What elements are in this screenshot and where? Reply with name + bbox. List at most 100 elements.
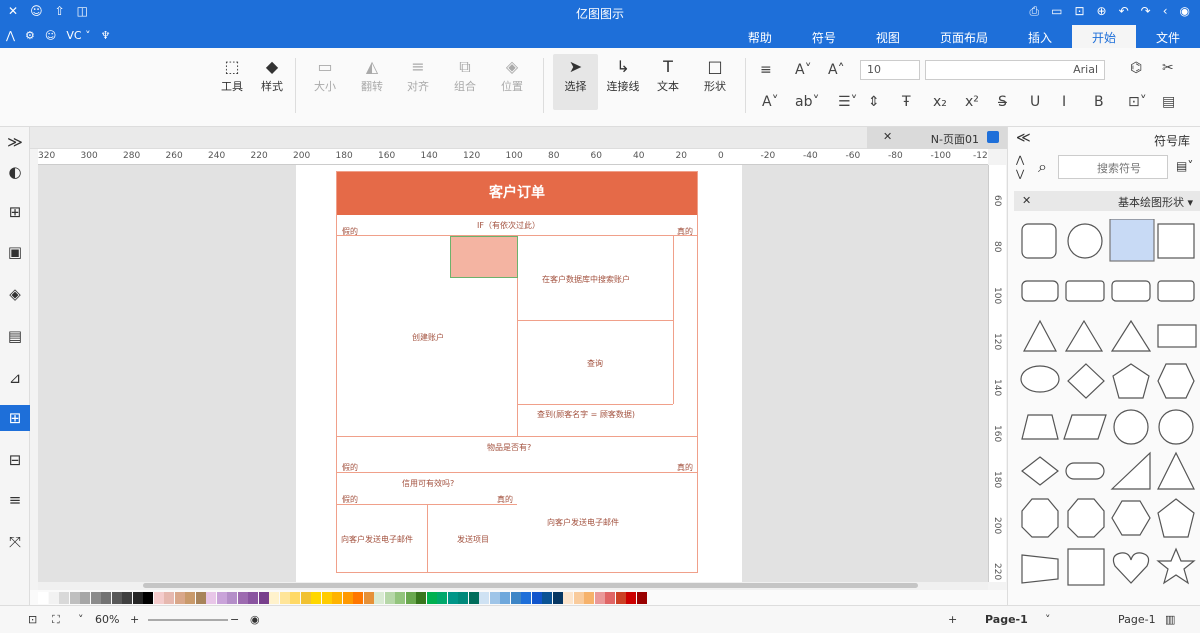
symbol-search-input[interactable] <box>1058 155 1168 179</box>
shape-diamond[interactable] <box>1067 363 1105 399</box>
style-button[interactable]: ◆ 样式 <box>252 56 292 94</box>
color-swatch[interactable] <box>605 591 615 604</box>
color-swatch[interactable] <box>458 591 468 604</box>
theme-icon[interactable]: ☺ <box>45 29 56 42</box>
color-swatch[interactable] <box>353 591 363 604</box>
strikethrough-icon[interactable]: S̶ <box>998 94 1007 110</box>
position-button[interactable]: ◈ 位置 <box>492 56 532 94</box>
current-page-tab[interactable]: Page-1 <box>985 613 1028 626</box>
color-swatch[interactable] <box>290 591 300 604</box>
shape-octagon[interactable] <box>1021 498 1059 538</box>
font-decrease-icon[interactable]: A˅ <box>795 62 812 78</box>
color-swatch[interactable] <box>237 591 248 604</box>
color-swatch[interactable] <box>426 591 437 604</box>
settings-icon[interactable]: ⚙ <box>25 29 35 42</box>
color-swatch[interactable] <box>521 591 531 604</box>
font-size-select[interactable]: 10 <box>860 60 920 80</box>
shape-frame[interactable] <box>1157 324 1197 348</box>
shape-triangle[interactable] <box>1023 319 1057 352</box>
color-swatch[interactable] <box>59 591 69 604</box>
size-button[interactable]: ▭ 大小 <box>305 56 345 94</box>
shape-pentagon-2[interactable] <box>1157 498 1195 538</box>
query-text[interactable]: 查询 <box>587 358 603 369</box>
shape-double-circle[interactable] <box>1113 409 1149 445</box>
create-account-text[interactable]: 创建账户 <box>412 332 444 343</box>
tab-view[interactable]: 视图 <box>856 25 920 48</box>
document-tab[interactable]: ✕ N-页面01 <box>867 127 1007 149</box>
shape-callout[interactable] <box>1021 554 1059 584</box>
flip-button[interactable]: ◭ 翻转 <box>352 56 392 94</box>
search-account-text[interactable]: 在客户数据库中搜索账户 <box>542 274 630 285</box>
undo-icon[interactable]: ↶ <box>1119 4 1129 19</box>
color-swatch[interactable] <box>531 591 542 604</box>
color-swatch[interactable] <box>510 591 521 604</box>
color-swatch[interactable] <box>447 591 458 604</box>
chart-icon[interactable]: ⊿ <box>4 367 26 389</box>
paste-options-icon[interactable]: ⊡˅ <box>1128 94 1147 110</box>
collapse-panel-icon[interactable]: ≪ <box>1016 130 1031 146</box>
tab-page-layout[interactable]: 页面布局 <box>920 25 1008 48</box>
shape-heart[interactable] <box>1112 552 1150 584</box>
color-swatch[interactable] <box>153 591 164 604</box>
horizontal-scrollbar[interactable] <box>38 582 988 590</box>
page-list-icon[interactable]: ▥ <box>1165 613 1175 626</box>
shape-octagon-2[interactable] <box>1067 498 1105 538</box>
color-swatch[interactable] <box>185 591 195 604</box>
color-swatch[interactable] <box>332 591 342 604</box>
color-swatch[interactable] <box>468 591 479 604</box>
connector-button[interactable]: ↳ 连接线 <box>603 56 643 94</box>
color-swatch[interactable] <box>132 591 143 604</box>
page-dropdown-icon[interactable]: ˅ <box>1045 613 1051 626</box>
color-swatch[interactable] <box>90 591 101 604</box>
shape-triangle-2[interactable] <box>1064 319 1104 352</box>
print-icon[interactable]: ⎙ <box>1030 4 1040 19</box>
align-button[interactable]: ≡ 对齐 <box>398 56 438 94</box>
color-swatch[interactable] <box>416 591 426 604</box>
color-swatch[interactable] <box>111 591 122 604</box>
bold-icon[interactable]: B <box>1094 94 1104 110</box>
shape-hexagon[interactable] <box>1157 363 1195 399</box>
italic-icon[interactable]: I <box>1062 94 1066 110</box>
select-button[interactable]: ➤ 选择 <box>553 54 598 110</box>
canvas[interactable]: 客户订单 IF（有依次过此） 假的 真的 创建账户 在客户数据库中搜索账户 查询… <box>38 165 988 582</box>
color-swatch[interactable] <box>195 591 206 604</box>
shape-triangle-3[interactable] <box>1110 319 1152 352</box>
color-swatch[interactable] <box>489 591 500 604</box>
tab-symbols[interactable]: 符号 <box>792 25 856 48</box>
shape-hexagon-2[interactable] <box>1111 500 1151 536</box>
folder-icon[interactable]: ⊡ <box>1074 4 1084 19</box>
shape-square[interactable] <box>1157 223 1195 259</box>
condition-text[interactable]: IF（有依次过此） <box>477 220 540 231</box>
save-icon[interactable]: ▭ <box>1051 4 1062 19</box>
email-text-right[interactable]: 向客户发送电子邮件 <box>547 517 619 528</box>
flowchart-title[interactable]: 客户订单 <box>337 172 697 215</box>
color-swatch[interactable] <box>122 591 132 604</box>
group-button[interactable]: ⧉ 组合 <box>445 56 485 94</box>
question-stock[interactable]: 物品是否有? <box>487 442 531 453</box>
zoom-in-icon[interactable]: + <box>130 613 139 626</box>
paste-icon[interactable]: ▤ <box>1162 94 1175 110</box>
color-swatch[interactable] <box>38 591 48 604</box>
collapse-ribbon-icon[interactable]: ⋀ <box>6 29 15 42</box>
library-header[interactable]: ✕ 基本绘图形状 ▾ <box>1014 191 1200 211</box>
shape-button[interactable]: □ 形状 <box>695 56 735 94</box>
close-library-icon[interactable]: ✕ <box>1022 194 1031 207</box>
page[interactable]: 客户订单 IF（有依次过此） 假的 真的 创建账户 在客户数据库中搜索账户 查询… <box>296 165 742 582</box>
shape-rounded-square[interactable] <box>1021 223 1057 259</box>
add-page-icon[interactable]: + <box>948 613 957 626</box>
tab-help[interactable]: 帮助 <box>728 25 792 48</box>
color-swatch[interactable] <box>216 591 227 604</box>
color-swatch[interactable] <box>552 591 563 604</box>
underline-icon[interactable]: U <box>1030 94 1040 110</box>
color-swatch[interactable] <box>626 591 636 604</box>
color-swatch[interactable] <box>573 591 584 604</box>
paragraph-icon[interactable]: ≡ <box>760 62 772 78</box>
shape-rectangle[interactable] <box>1065 280 1105 302</box>
outline-icon[interactable]: ⊟ <box>4 449 26 471</box>
color-swatch[interactable] <box>48 591 59 604</box>
shape-frame-square[interactable] <box>1067 548 1105 586</box>
image-icon[interactable]: ▣ <box>4 241 26 263</box>
shape-rounded-rect-3[interactable] <box>1157 280 1195 302</box>
scroll-up-icon[interactable]: ⋀ <box>1016 155 1024 166</box>
fit-page-icon[interactable]: ⊡ <box>28 613 37 626</box>
